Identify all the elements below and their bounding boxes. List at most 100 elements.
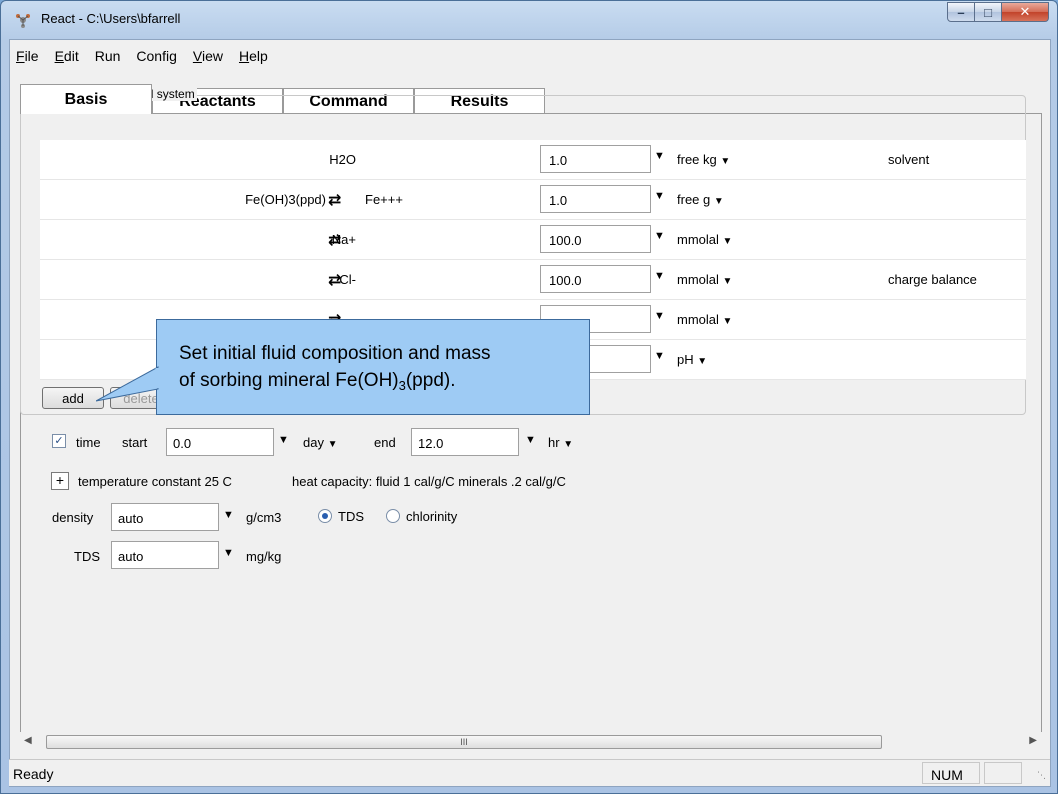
swap-icon[interactable]: ⇄ (328, 270, 341, 290)
callout-line-1: Set initial fluid composition and mass (179, 343, 491, 364)
tds-radio-label: TDS (338, 509, 364, 524)
callout-pointer (96, 366, 159, 402)
unit-label: mmolal (677, 312, 719, 327)
table-row[interactable]: Cl- ⇄ 100.0 ▼ mmolal ▼ charge balance (40, 260, 1026, 300)
density-unit: g/cm3 (246, 510, 282, 525)
add-button[interactable]: add (42, 387, 104, 409)
swap-icon[interactable]: ⇄ (328, 190, 341, 210)
menu-mnemonic: H (238, 48, 250, 64)
chevron-down-icon: ▼ (563, 439, 574, 450)
species-label: H2O (329, 152, 356, 167)
tds-radio[interactable] (318, 509, 332, 523)
menu-run[interactable]: Run (95, 48, 121, 64)
menu-help[interactable]: Help (239, 48, 268, 64)
chlorinity-radio[interactable] (386, 509, 400, 523)
species-label: Cl- (339, 272, 356, 287)
table-row[interactable]: Na+ ⇄ 100.0 ▼ mmolal ▼ (40, 220, 1026, 260)
scroll-right-icon[interactable]: ▶ (1029, 735, 1037, 746)
tds-unit: mg/kg (246, 549, 282, 564)
window-title: React - C:\Users\bfarrell (41, 11, 181, 26)
value-dropdown-icon[interactable]: ▼ (654, 150, 665, 162)
value-dropdown-icon[interactable]: ▼ (654, 310, 665, 322)
end-dropdown-icon[interactable]: ▼ (525, 434, 536, 446)
end-unit-label: hr (548, 435, 560, 450)
unit-label: free g (677, 192, 711, 207)
time-checkbox[interactable]: ✓ (52, 434, 66, 448)
horizontal-scrollbar[interactable]: ◀ III ▶ (18, 732, 1043, 752)
menu-view[interactable]: View (193, 48, 223, 64)
chevron-down-icon: ▼ (713, 196, 724, 207)
menu-file[interactable]: File (16, 48, 39, 64)
menu-edit[interactable]: Edit (55, 48, 79, 64)
resize-grip-icon[interactable]: ⋱ (1037, 770, 1046, 781)
table-row[interactable]: H2O 1.0 ▼ free kg ▼ solvent (40, 140, 1026, 180)
end-unit[interactable]: hr ▼ (548, 435, 573, 450)
unit-dropdown[interactable]: mmolal ▼ (677, 312, 732, 327)
value-input[interactable]: 100.0 (540, 265, 651, 293)
menu-label: Run (94, 48, 121, 64)
scroll-grip: III (460, 737, 468, 747)
tds-dropdown-icon[interactable]: ▼ (223, 547, 234, 559)
close-icon: ✕ (1019, 4, 1031, 19)
maximize-button[interactable]: □ (975, 2, 1002, 22)
tds-input[interactable]: auto (111, 541, 219, 569)
maximize-icon: □ (984, 4, 992, 20)
callout-subscript: 3 (398, 378, 406, 393)
chevron-down-icon: ▼ (697, 356, 708, 367)
title-bar[interactable]: React - C:\Users\bfarrell – □ ✕ (1, 1, 1057, 37)
value-dropdown-icon[interactable]: ▼ (654, 270, 665, 282)
table-row[interactable]: Fe(OH)3(ppd) ⇄ Fe+++ 1.0 ▼ free g ▼ (40, 180, 1026, 220)
swap-partner-label: Fe+++ (365, 192, 403, 207)
chevron-down-icon: ▼ (327, 439, 338, 450)
row-note: solvent (888, 152, 930, 167)
menu-label-rest: elp (249, 48, 268, 64)
menu-mnemonic: E (54, 48, 64, 64)
temperature-expander[interactable]: + (51, 472, 69, 490)
callout-line-2: of sorbing mineral Fe(OH)3(ppd). (179, 367, 589, 399)
num-lock-indicator: NUM (922, 762, 980, 784)
start-label: start (122, 435, 148, 450)
temperature-label[interactable]: temperature constant 25 C (78, 474, 232, 489)
heat-capacity-label[interactable]: heat capacity: fluid 1 cal/g/C minerals … (292, 474, 566, 489)
tab-basis[interactable]: Basis (20, 84, 152, 114)
chevron-down-icon: ▼ (720, 156, 731, 167)
value-dropdown-icon[interactable]: ▼ (654, 230, 665, 242)
status-text: Ready (13, 766, 54, 782)
unit-dropdown[interactable]: free g ▼ (677, 192, 724, 207)
callout-text: of sorbing mineral Fe(OH) (179, 370, 399, 391)
unit-label: mmolal (677, 232, 719, 247)
scroll-left-icon[interactable]: ◀ (24, 735, 32, 746)
value-input[interactable]: 1.0 (540, 185, 651, 213)
value-input[interactable]: 100.0 (540, 225, 651, 253)
minimize-button[interactable]: – (947, 2, 975, 22)
chevron-down-icon: ▼ (722, 316, 733, 327)
start-unit[interactable]: day ▼ (303, 435, 338, 450)
start-dropdown-icon[interactable]: ▼ (278, 434, 289, 446)
start-unit-label: day (303, 435, 324, 450)
menu-label: Config (136, 48, 177, 64)
chevron-down-icon: ▼ (722, 276, 733, 287)
menu-config[interactable]: Config (136, 48, 176, 64)
end-input[interactable]: 12.0 (411, 428, 519, 456)
checkmark-icon: ✓ (54, 435, 64, 447)
scrollbar-thumb[interactable]: III (46, 735, 882, 749)
density-dropdown-icon[interactable]: ▼ (223, 509, 234, 521)
unit-dropdown[interactable]: free kg ▼ (677, 152, 730, 167)
unit-dropdown[interactable]: mmolal ▼ (677, 272, 732, 287)
value-dropdown-icon[interactable]: ▼ (654, 190, 665, 202)
close-button[interactable]: ✕ (1002, 2, 1049, 22)
value-dropdown-icon[interactable]: ▼ (654, 350, 665, 362)
value-input[interactable]: 1.0 (540, 145, 651, 173)
callout-text-end: (ppd). (405, 370, 456, 391)
chevron-down-icon: ▼ (722, 236, 733, 247)
swap-icon[interactable]: ⇄ (328, 230, 341, 250)
row-note: charge balance (888, 272, 977, 287)
unit-label: free kg (677, 152, 717, 167)
species-label: Fe(OH)3(ppd) (245, 192, 326, 207)
callout-annotation: Set initial fluid composition and mass o… (156, 319, 590, 415)
start-input[interactable]: 0.0 (166, 428, 274, 456)
unit-dropdown[interactable]: pH ▼ (677, 352, 707, 367)
menu-mnemonic: V (192, 48, 202, 64)
density-input[interactable]: auto (111, 503, 219, 531)
unit-dropdown[interactable]: mmolal ▼ (677, 232, 732, 247)
